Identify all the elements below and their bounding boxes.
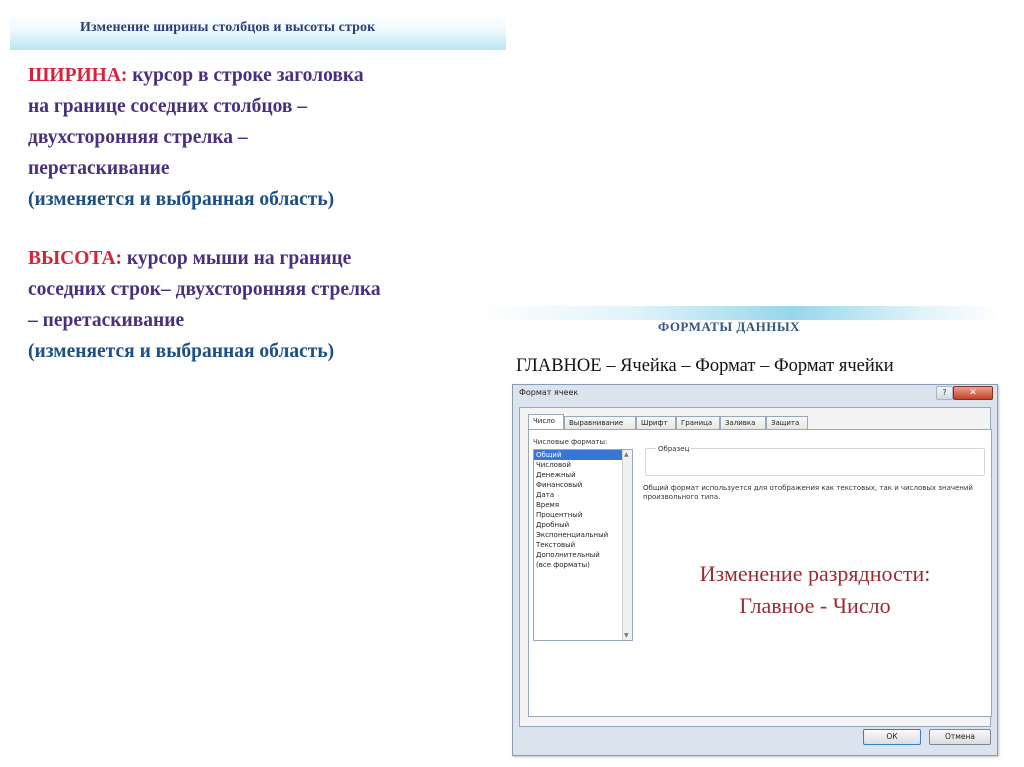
slide-data-formats: ФОРМАТЫ ДАННЫХ ГЛАВНОЕ – Ячейка – Формат… — [480, 306, 1000, 758]
number-tab-panel: Числовые форматы: Общий Числовой Денежны… — [528, 429, 992, 717]
height-note: (изменяется и выбранная область) — [28, 341, 335, 362]
cancel-button[interactable]: Отмена — [929, 729, 991, 745]
width-text-line: двухсторонняя стрелка – — [28, 127, 248, 148]
menu-path-text: ГЛАВНОЕ – Ячейка – Формат – Формат ячейк… — [516, 356, 894, 376]
annotation-overlay: Изменение разрядности: Главное - Число — [665, 558, 965, 622]
category-item-currency[interactable]: Денежный — [534, 470, 632, 480]
annotation-line: Изменение разрядности: — [699, 561, 931, 586]
tab-fill[interactable]: Заливка — [720, 416, 766, 429]
tab-number[interactable]: Число — [528, 414, 564, 429]
height-label: ВЫСОТА: — [28, 248, 123, 269]
width-text-line: на границе соседних столбцов – — [28, 96, 308, 117]
slide-title: ФОРМАТЫ ДАННЫХ — [658, 319, 801, 334]
width-note: (изменяется и выбранная область) — [28, 189, 335, 210]
width-text-line: перетаскивание — [28, 158, 170, 179]
scroll-up-icon[interactable]: ▲ — [624, 451, 629, 458]
category-list[interactable]: Общий Числовой Денежный Финансовый Дата … — [533, 449, 633, 641]
category-item-general[interactable]: Общий — [534, 450, 632, 460]
scroll-down-icon[interactable]: ▼ — [624, 632, 629, 639]
category-item-number[interactable]: Числовой — [534, 460, 632, 470]
tab-protection[interactable]: Защита — [766, 416, 808, 429]
sample-label: Образец — [656, 445, 692, 453]
category-item-accounting[interactable]: Финансовый — [534, 480, 632, 490]
sample-group: Образец — [645, 445, 985, 476]
format-description: Общий формат используется для отображени… — [643, 484, 973, 501]
category-item-percentage[interactable]: Процентный — [534, 510, 632, 520]
category-item-custom[interactable]: (все форматы) — [534, 560, 632, 570]
height-text-line: соседних строк– двухсторонняя стрелка — [28, 279, 381, 300]
tab-border[interactable]: Граница — [676, 416, 720, 429]
width-text-line: курсор в строке заголовка — [127, 65, 364, 86]
slide-header-band — [480, 306, 1000, 320]
category-item-text[interactable]: Текстовый — [534, 540, 632, 550]
help-icon[interactable]: ? — [936, 386, 953, 400]
close-icon[interactable]: ✕ — [953, 386, 993, 400]
ok-button[interactable]: ОК — [863, 729, 921, 745]
list-scrollbar[interactable]: ▲ ▼ — [622, 450, 632, 640]
height-paragraph: ВЫСОТА: курсор мыши на границе соседних … — [28, 243, 381, 367]
slide-column-row-resize: Изменение ширины столбцов и высоты строк… — [10, 10, 506, 374]
dialog-title: Формат ячеек — [519, 388, 579, 397]
category-item-scientific[interactable]: Экспоненциальный — [534, 530, 632, 540]
format-cells-dialog: Формат ячеек ? ✕ Число Выравнивание Шриф… — [512, 384, 998, 756]
annotation-line: Главное - Число — [739, 593, 891, 618]
height-text-line: – перетаскивание — [28, 310, 185, 331]
tab-alignment[interactable]: Выравнивание — [564, 416, 636, 429]
height-text-line: курсор мыши на границе — [122, 248, 352, 269]
category-item-time[interactable]: Время — [534, 500, 632, 510]
tab-font[interactable]: Шрифт — [636, 416, 676, 429]
category-item-special[interactable]: Дополнительный — [534, 550, 632, 560]
slide-title: Изменение ширины столбцов и высоты строк — [80, 20, 376, 35]
category-label: Числовые форматы: — [533, 438, 608, 446]
width-label: ШИРИНА: — [28, 65, 128, 86]
category-item-date[interactable]: Дата — [534, 490, 632, 500]
category-item-fraction[interactable]: Дробный — [534, 520, 632, 530]
dialog-body: Число Выравнивание Шрифт Граница Заливка… — [519, 407, 992, 727]
width-paragraph: ШИРИНА: курсор в строке заголовка на гра… — [28, 60, 364, 215]
